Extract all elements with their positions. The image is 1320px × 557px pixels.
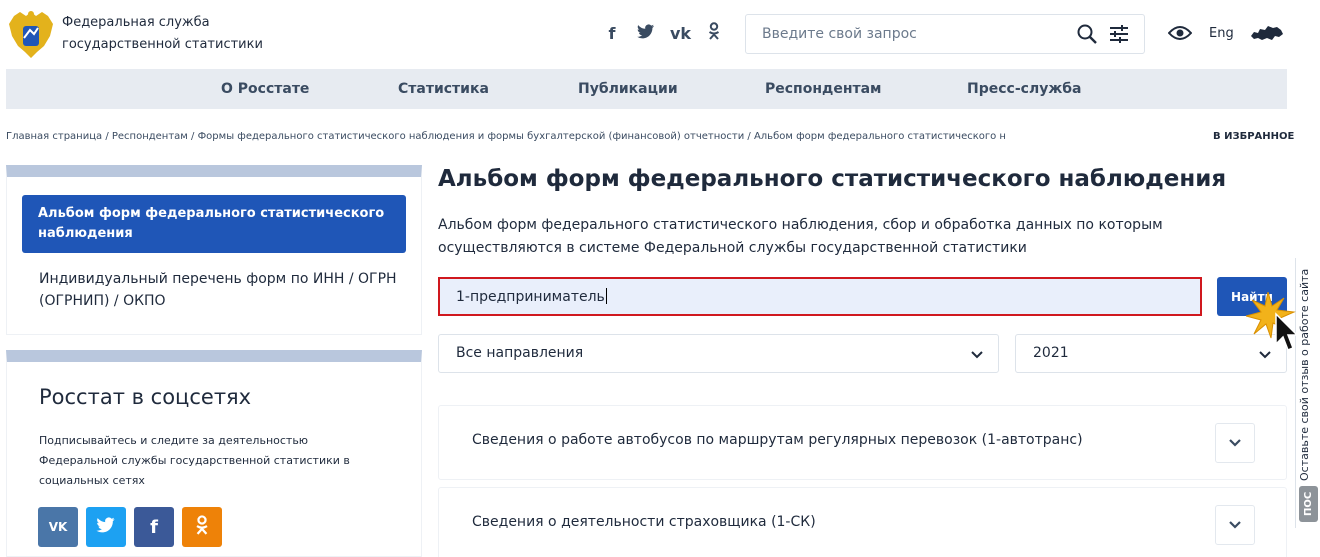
breadcrumb[interactable]: Главная страница / Респондентам / Формы …: [6, 131, 1006, 142]
chevron-down-icon: [1229, 521, 1241, 529]
odnoklassniki-icon: [195, 515, 209, 539]
nav-respondents[interactable]: Респондентам: [765, 81, 882, 97]
language-switch[interactable]: Eng: [1209, 26, 1234, 41]
vk-button[interactable]: VK: [38, 507, 78, 547]
search-settings-icon[interactable]: [1108, 24, 1130, 48]
accessibility-eye-icon[interactable]: [1167, 24, 1193, 46]
rosstat-emblem-logo[interactable]: [6, 6, 56, 64]
form-list-item[interactable]: Сведения о деятельности страховщика (1-С…: [438, 487, 1287, 557]
form-title[interactable]: Сведения о деятельности страховщика (1-С…: [472, 514, 816, 530]
nav-press-service[interactable]: Пресс-служба: [967, 81, 1081, 97]
search-placeholder: Введите свой запрос: [762, 26, 917, 42]
vk-icon[interactable]: vk: [670, 24, 691, 43]
odnoklassniki-button[interactable]: [182, 507, 222, 547]
year-select-value: 2021: [1033, 345, 1069, 361]
search-icon[interactable]: [1076, 23, 1098, 49]
facebook-button[interactable]: f: [134, 507, 174, 547]
text-caret: [605, 288, 607, 304]
feedback-tab[interactable]: Оставьте свой отзыв о работе сайта ПОС: [1295, 258, 1320, 528]
feedback-text: Оставьте свой отзыв о работе сайта: [1298, 268, 1311, 481]
russia-map-icon[interactable]: [1250, 24, 1284, 46]
header-social-links: f vk: [602, 22, 724, 44]
page-description: Альбом форм федерального статистического…: [438, 217, 1163, 256]
page-title: Альбом форм федерального статистического…: [438, 166, 1227, 192]
odnoklassniki-icon[interactable]: [704, 22, 724, 44]
expand-button[interactable]: [1215, 423, 1255, 463]
social-title: Росстат в соцсетях: [39, 385, 252, 409]
sidebar-item-forms-album[interactable]: Альбом форм федерального статистического…: [22, 195, 406, 253]
twitter-button[interactable]: [86, 507, 126, 547]
form-title[interactable]: Сведения о работе автобусов по маршрутам…: [472, 432, 1083, 448]
form-list-item[interactable]: Сведения о работе автобусов по маршрутам…: [438, 405, 1287, 480]
vk-icon: VK: [48, 520, 68, 534]
main-navigation: О Росстате Статистика Публикации Респонд…: [6, 69, 1287, 109]
feedback-badge: ПОС: [1299, 486, 1318, 522]
add-to-favorites-link[interactable]: В ИЗБРАННОЕ: [1213, 131, 1294, 142]
expand-button[interactable]: [1215, 505, 1255, 545]
form-search-input[interactable]: 1-предприниматель: [438, 277, 1202, 316]
sidebar-item-individual-forms[interactable]: Индивидуальный перечень форм по ИНН / ОГ…: [39, 268, 399, 312]
twitter-icon[interactable]: [636, 23, 656, 43]
form-search-value: 1-предприниматель: [456, 289, 605, 305]
chevron-down-icon: [1229, 439, 1241, 447]
facebook-icon[interactable]: f: [602, 24, 622, 43]
nav-publications[interactable]: Публикации: [578, 81, 678, 97]
direction-select-value: Все направления: [456, 345, 584, 361]
mouse-cursor-icon: [1244, 291, 1299, 358]
direction-select[interactable]: Все направления: [438, 334, 999, 373]
social-description: Подписывайтесь и следите за деятельность…: [39, 434, 350, 487]
twitter-icon: [96, 517, 116, 537]
site-search-field[interactable]: Введите свой запрос: [745, 14, 1145, 54]
chevron-down-icon: [970, 347, 984, 366]
facebook-icon: f: [150, 516, 158, 538]
nav-about[interactable]: О Росстате: [221, 81, 309, 97]
org-name[interactable]: Федеральная служба государственной стати…: [62, 12, 282, 56]
nav-statistics[interactable]: Статистика: [398, 81, 489, 97]
